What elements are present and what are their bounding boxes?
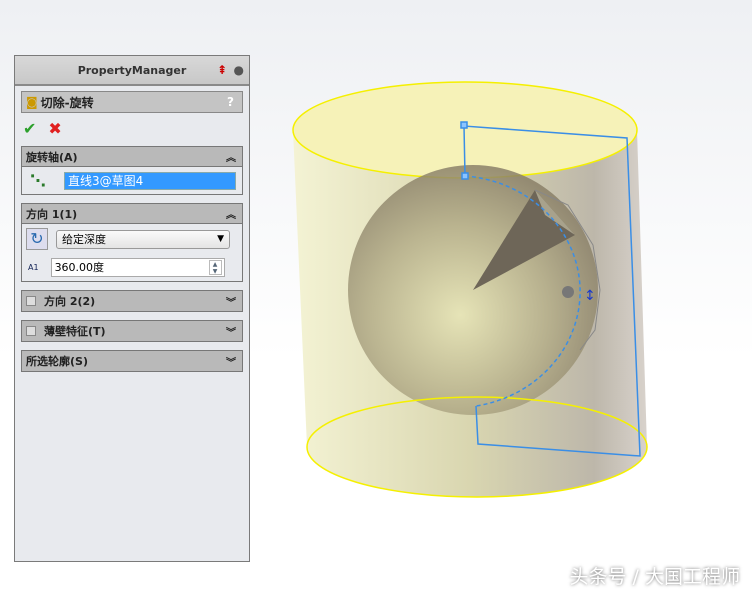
watermark: 头条号 / 大国工程师	[569, 566, 740, 588]
rotation-handle[interactable]	[562, 286, 574, 298]
direction-arrow-icon: ↕	[584, 288, 596, 304]
graphics-area[interactable]: ↕	[0, 0, 752, 597]
